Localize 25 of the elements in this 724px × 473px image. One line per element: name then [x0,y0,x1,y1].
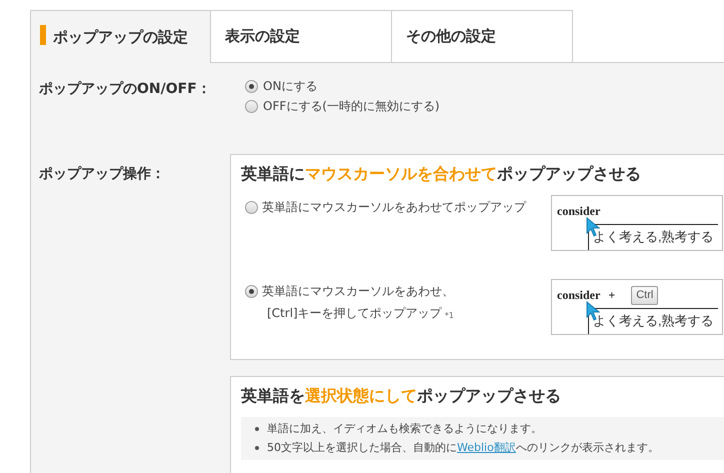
bullet-icon [255,446,259,450]
settings-tab[interactable]: ポップアップの設定 [30,10,211,63]
radio-label: 英単語にマウスカーソルをあわせ、 [262,283,454,300]
ctrl-key: Ctrl [631,286,658,304]
radio-button[interactable] [245,100,258,112]
radio-button[interactable] [245,80,258,92]
example-word: consider [557,287,600,304]
field-label: ポップアップのON/OFF： [39,80,212,99]
settings-tab[interactable]: その他の設定 [392,10,573,63]
field-label: ポップアップ操作： [39,165,166,184]
note-text: 単語に加え、イディオムも検索できるようになります。 [267,421,542,437]
radio-label: 英単語にマウスカーソルをあわせてポップアップ [262,199,526,216]
footnote-mark: *1 [444,310,454,322]
radio-label: ONにする [263,78,318,95]
radio-button[interactable] [245,200,258,214]
plus-sign: + [608,287,616,304]
note-text: 50文字以上を選択した場合、自動的にWeblio翻訳へのリンクが表示されます。 [267,440,659,456]
radio-button[interactable] [245,284,258,298]
section-heading: 英単語にマウスカーソルを合わせてポップアップさせる [241,163,642,185]
section-heading: 英単語を選択状態にしてポップアップさせる [241,385,562,407]
radio-label: OFFにする(一時的に無効にする) [263,98,440,115]
settings-tab[interactable]: 表示の設定 [211,10,392,63]
radio-label: [Ctrl]キーを押してポップアップ [267,305,442,322]
bullet-icon [255,427,259,432]
example-word: consider [557,203,600,220]
